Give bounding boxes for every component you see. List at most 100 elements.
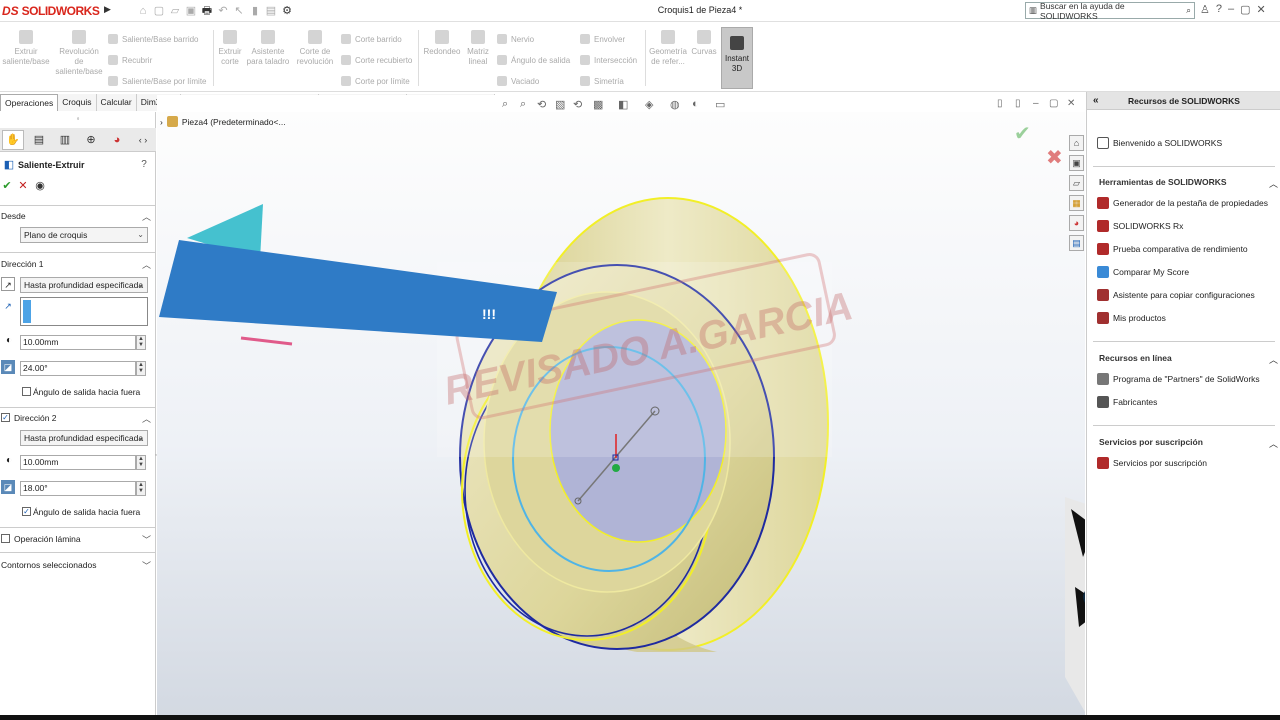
- display-manager-tab-icon[interactable]: ◕: [106, 130, 128, 150]
- tools-link[interactable]: Comparar My Score: [1097, 266, 1189, 278]
- tools-link[interactable]: Asistente para copiar configuraciones: [1097, 289, 1255, 301]
- direction2-draft-outward-checkbox[interactable]: ✓: [22, 507, 31, 516]
- file-properties-icon[interactable]: ▤: [264, 4, 278, 18]
- collapse-chevron-icon[interactable]: ︿: [142, 210, 151, 223]
- restore-icon[interactable]: ▢: [1240, 3, 1250, 16]
- tools-link[interactable]: SOLIDWORKS Rx: [1097, 220, 1183, 232]
- view-palette-icon[interactable]: ▦: [1069, 195, 1084, 211]
- design-library-icon[interactable]: ▣: [1069, 155, 1084, 171]
- collapse-pane-icon[interactable]: «: [1093, 92, 1099, 110]
- viewport-split2-icon[interactable]: ▯: [1015, 98, 1021, 109]
- reference-geometry-button[interactable]: Geometría de refer...: [648, 24, 688, 67]
- boundary-cut-button[interactable]: Corte por límite: [341, 74, 410, 88]
- hide-show-items-icon[interactable]: ◈: [645, 98, 653, 111]
- direction2-draft-angle-input[interactable]: 18.00°: [20, 481, 136, 496]
- ok-check-icon[interactable]: ✔: [0, 179, 14, 193]
- direction2-end-condition-select[interactable]: Hasta profundidad especificada ⌄: [20, 430, 148, 446]
- section-from[interactable]: Desde ︿: [0, 209, 156, 223]
- direction2-depth-spinner[interactable]: ▲ ▼: [136, 455, 146, 470]
- tab-operaciones[interactable]: Operaciones: [0, 94, 59, 111]
- collapse-chevron-icon[interactable]: ︿: [1269, 353, 1278, 366]
- linear-pattern-button[interactable]: Matriz lineal: [464, 24, 492, 67]
- dynamic-annotation-icon[interactable]: ⟲: [573, 98, 582, 111]
- preview-eye-icon[interactable]: ◉: [33, 179, 47, 193]
- instant3d-button[interactable]: Instant 3D: [721, 27, 753, 89]
- viewport-restore-icon[interactable]: ▢: [1049, 98, 1058, 109]
- edit-appearance-icon[interactable]: ◍: [670, 98, 680, 111]
- feature-tree-flyout[interactable]: › Pieza4 (Predeterminado<...: [160, 116, 286, 127]
- minimize-icon[interactable]: –: [1228, 3, 1234, 16]
- rib-button[interactable]: Nervio: [497, 32, 534, 46]
- resources-home-icon[interactable]: ⌂: [1069, 135, 1084, 151]
- section-thin-feature[interactable]: Operación lámina ﹀: [0, 532, 156, 546]
- mirror-button[interactable]: Simetría: [580, 74, 624, 88]
- save-icon[interactable]: ▣: [184, 4, 198, 18]
- configuration-manager-tab-icon[interactable]: ▥: [54, 130, 76, 150]
- collapse-chevron-icon[interactable]: ︿: [142, 258, 151, 271]
- rebuild-icon[interactable]: ▮: [248, 4, 262, 18]
- tab-croquis[interactable]: Croquis: [58, 94, 97, 111]
- direction1-draft-spinner[interactable]: ▲ ▼: [136, 361, 146, 376]
- solidworks-logo[interactable]: DS SOLIDWORKS: [2, 2, 100, 20]
- swept-cut-button[interactable]: Corte barrido: [341, 32, 402, 46]
- online-section-header[interactable]: Recursos en línea ︿: [1099, 353, 1278, 365]
- draft-button[interactable]: Ángulo de salida: [497, 53, 570, 67]
- select-icon[interactable]: ↖: [232, 4, 246, 18]
- revolve-cut-button[interactable]: Corte de revolución: [293, 24, 337, 67]
- from-select[interactable]: Plano de croquis ⌄: [20, 227, 148, 243]
- draft-on-off-icon[interactable]: ◪: [1, 480, 15, 494]
- display-style-icon[interactable]: ◧: [618, 98, 628, 111]
- user-icon[interactable]: ♙: [1200, 3, 1210, 16]
- direction-vector-selection-box[interactable]: [20, 297, 148, 326]
- revolve-boss-button[interactable]: Revolución de saliente/base: [55, 24, 103, 77]
- lofted-cut-button[interactable]: Corte recubierto: [341, 53, 412, 67]
- tab-scroll-arrows-icon[interactable]: ‹ ›: [132, 130, 154, 150]
- direction1-end-condition-select[interactable]: Hasta profundidad especificada ⌄: [20, 277, 148, 293]
- new-document-icon[interactable]: ▢: [152, 4, 166, 18]
- viewport-minimize-icon[interactable]: –: [1033, 98, 1039, 109]
- fillet-button[interactable]: Redondeo: [421, 24, 463, 57]
- custom-properties-icon[interactable]: ▤: [1069, 235, 1084, 251]
- expand-chevron-icon[interactable]: ﹀: [142, 559, 151, 572]
- panel-splitter-handle[interactable]: ◦: [0, 114, 156, 126]
- swept-boss-button[interactable]: Saliente/Base barrido: [108, 32, 199, 46]
- view-orientation-icon[interactable]: ▩: [593, 98, 603, 111]
- wrap-button[interactable]: Envolver: [580, 32, 625, 46]
- menu-expand-arrow-icon[interactable]: ▶: [104, 4, 112, 18]
- welcome-link[interactable]: Bienvenido a SOLIDWORKS: [1097, 137, 1222, 149]
- section-view-icon[interactable]: ▧: [555, 98, 565, 111]
- direction1-draft-outward-checkbox[interactable]: [22, 387, 31, 396]
- feature-tree-root[interactable]: Pieza4 (Predeterminado<...: [182, 117, 286, 127]
- collapse-chevron-icon[interactable]: ︿: [1269, 177, 1278, 190]
- boundary-boss-button[interactable]: Saliente/Base por límite: [108, 74, 207, 88]
- tools-link[interactable]: Prueba comparativa de rendimiento: [1097, 243, 1248, 255]
- online-link[interactable]: Programa de "Partners" de SolidWorks: [1097, 373, 1260, 385]
- cancel-x-icon[interactable]: ✕: [16, 179, 30, 193]
- zoom-to-area-icon[interactable]: ⌕: [520, 98, 526, 111]
- viewport-split-icon[interactable]: ▯: [997, 98, 1003, 109]
- tools-link[interactable]: Mis productos: [1097, 312, 1166, 324]
- draft-on-off-icon[interactable]: ◪: [1, 360, 15, 374]
- undo-icon[interactable]: ↶: [216, 4, 230, 18]
- section-direction1[interactable]: Dirección 1 ︿: [0, 257, 156, 271]
- direction2-draft-spinner[interactable]: ▲ ▼: [136, 481, 146, 496]
- help-search-input[interactable]: ▥ Buscar en la ayuda de SOLIDWORKS ⌕: [1025, 1, 1195, 21]
- dimxpert-manager-tab-icon[interactable]: ⊕: [80, 130, 102, 150]
- appearances-icon[interactable]: ◕: [1069, 215, 1084, 231]
- view-settings-icon[interactable]: ▭: [715, 98, 725, 111]
- open-icon[interactable]: ▱: [168, 4, 182, 18]
- graphics-area[interactable]: REVISADO A.GARCIA !!! ✔ ✖ › Pieza4 (Pred…: [157, 112, 1085, 715]
- expand-arrow-icon[interactable]: ›: [160, 117, 163, 127]
- viewport-close-icon[interactable]: ✕: [1067, 98, 1075, 109]
- confirm-check-icon[interactable]: ✔: [1014, 121, 1031, 145]
- direction1-draft-angle-input[interactable]: 24.00°: [20, 361, 136, 376]
- feature-manager-tab-icon[interactable]: ✋: [2, 129, 24, 150]
- collapse-chevron-icon[interactable]: ︿: [1269, 437, 1278, 450]
- search-icon[interactable]: ⌕: [1186, 5, 1191, 16]
- section-direction2[interactable]: Dirección 2 ︿: [0, 411, 156, 425]
- loft-button[interactable]: Recubrir: [108, 53, 152, 67]
- subscription-section-header[interactable]: Servicios por suscripción ︿: [1099, 437, 1278, 449]
- home-icon[interactable]: ⌂: [136, 4, 150, 18]
- options-gear-icon[interactable]: ⚙: [280, 4, 294, 18]
- intersect-button[interactable]: Intersección: [580, 53, 637, 67]
